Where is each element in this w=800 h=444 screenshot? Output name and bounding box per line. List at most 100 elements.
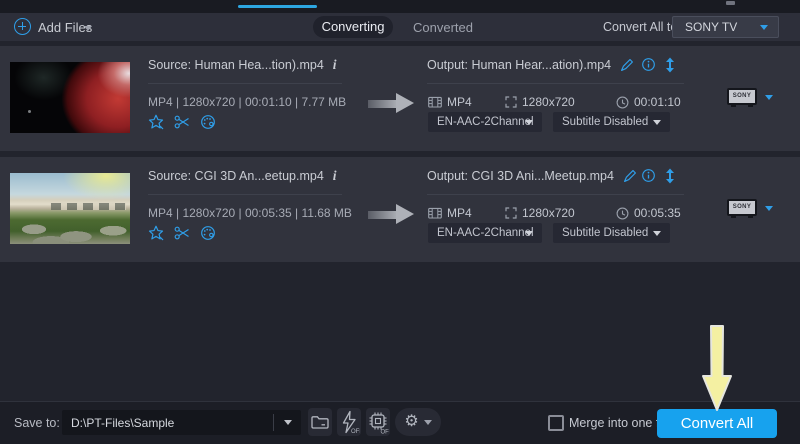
divider <box>427 83 684 84</box>
folder-icon <box>311 415 329 429</box>
audio-track-value: EN-AAC-2Channel <box>437 116 534 128</box>
save-path-chevron-down-icon[interactable] <box>284 420 292 425</box>
output-name-line: Output: CGI 3D Ani...Meetup.mp4 <box>427 168 638 184</box>
output-format: MP4 <box>447 95 472 109</box>
media-info-icon[interactable]: i <box>333 57 337 73</box>
move-reorder-icon[interactable] <box>663 57 677 73</box>
output-resolution: 1280x720 <box>522 206 575 220</box>
output-duration: 00:01:10 <box>634 95 681 109</box>
rename-pencil-icon[interactable] <box>622 168 638 184</box>
add-files-chevron-down-icon[interactable] <box>84 26 92 31</box>
convert-all-to-label: Convert All to: <box>603 20 681 34</box>
output-resolution: 1280x720 <box>522 95 575 109</box>
file-row-1[interactable]: Source: Human Hea...tion).mp4 i MP4 | 12… <box>0 46 800 151</box>
device-chevron-down-icon <box>765 206 773 211</box>
output-info-icon[interactable] <box>641 168 656 183</box>
film-icon <box>428 207 442 220</box>
settings-chevron-down-icon <box>424 420 432 425</box>
source-stats: MP4 | 1280x720 | 00:01:10 | 7.77 MB <box>148 95 346 109</box>
film-icon <box>428 96 442 109</box>
output-profile-value: SONY TV <box>685 20 737 34</box>
video-thumbnail-heart <box>10 62 130 133</box>
tab-converted[interactable]: Converted <box>413 20 473 35</box>
chip-off-icon: OFF <box>367 410 389 434</box>
bottom-bar: Save to: OFF <box>0 401 800 444</box>
output-format-stat: MP4 <box>428 95 472 109</box>
rename-pencil-icon[interactable] <box>619 57 635 73</box>
cut-scissors-icon[interactable] <box>174 225 190 241</box>
divider <box>148 83 342 84</box>
convert-all-button[interactable]: Convert All <box>657 409 777 438</box>
save-to-label: Save to: <box>14 416 60 430</box>
row-tools <box>148 225 216 241</box>
device-profile-button[interactable]: SONY <box>727 88 783 112</box>
audio-track-select[interactable]: EN-AAC-2Channel <box>428 223 542 243</box>
tv-foot <box>748 105 753 107</box>
device-profile-button[interactable]: SONY <box>727 199 783 223</box>
source-to-output-arrow-icon <box>368 204 414 225</box>
output-resolution-stat: 1280x720 <box>505 95 575 109</box>
clock-icon <box>616 96 629 109</box>
subtitle-chevron-down-icon <box>653 120 661 125</box>
lightning-off-icon: OFF <box>338 410 360 434</box>
output-name-line: Output: Human Hear...ation).mp4 <box>427 57 635 73</box>
chip-off-label: OFF <box>381 430 390 435</box>
output-duration-stat: 00:01:10 <box>616 95 681 109</box>
resolution-expand-icon <box>505 96 517 108</box>
audio-chevron-down-icon <box>525 231 533 236</box>
output-info-icon[interactable] <box>641 57 656 72</box>
clock-icon <box>616 207 629 220</box>
audio-track-value: EN-AAC-2Channel <box>437 227 534 239</box>
output-profile-select[interactable]: SONY TV <box>672 16 779 38</box>
source-name: Source: Human Hea...tion).mp4 <box>148 58 324 72</box>
tv-foot <box>748 216 753 218</box>
subtitle-chevron-down-icon <box>653 231 661 236</box>
video-converter-window: Add Files Converting Converted Convert A… <box>0 0 800 444</box>
tv-foot <box>731 105 736 107</box>
source-name-line: Source: CGI 3D An...eetup.mp4 i <box>148 168 337 184</box>
cut-scissors-icon[interactable] <box>174 114 190 130</box>
edit-star-icon[interactable] <box>148 114 164 130</box>
divider <box>273 414 274 431</box>
source-name-line: Source: Human Hea...tion).mp4 i <box>148 57 337 73</box>
source-stats: MP4 | 1280x720 | 00:05:35 | 11.68 MB <box>148 206 352 220</box>
output-name: Output: Human Hear...ation).mp4 <box>427 58 611 72</box>
output-resolution-stat: 1280x720 <box>505 206 575 220</box>
move-reorder-icon[interactable] <box>663 168 677 184</box>
open-folder-button[interactable] <box>308 408 332 436</box>
output-name: Output: CGI 3D Ani...Meetup.mp4 <box>427 169 614 183</box>
save-path-field[interactable] <box>62 410 301 435</box>
divider <box>148 194 342 195</box>
effect-palette-icon[interactable] <box>200 225 216 241</box>
tv-device-icon: SONY <box>727 88 757 105</box>
tv-foot <box>731 216 736 218</box>
hardware-acceleration-button[interactable]: OFF <box>337 408 361 436</box>
edit-star-icon[interactable] <box>148 225 164 241</box>
save-path-input[interactable] <box>62 410 276 435</box>
device-chevron-down-icon <box>765 95 773 100</box>
file-row-2[interactable]: Source: CGI 3D An...eetup.mp4 i MP4 | 12… <box>0 157 800 262</box>
effect-palette-icon[interactable] <box>200 114 216 130</box>
divider <box>427 194 684 195</box>
settings-button[interactable]: ⚙ <box>395 408 441 436</box>
media-info-icon[interactable]: i <box>333 168 337 184</box>
title-strip <box>0 0 800 13</box>
subtitle-select[interactable]: Subtitle Disabled <box>553 112 670 132</box>
gpu-chip-button[interactable]: OFF <box>366 408 390 436</box>
tv-device-icon: SONY <box>727 199 757 216</box>
toolbar: Add Files Converting Converted Convert A… <box>0 13 800 41</box>
video-thumbnail-building <box>10 173 130 244</box>
active-tab-indicator <box>238 5 317 8</box>
audio-track-select[interactable]: EN-AAC-2Channel <box>428 112 542 132</box>
source-name: Source: CGI 3D An...eetup.mp4 <box>148 169 324 183</box>
resolution-expand-icon <box>505 207 517 219</box>
gear-icon: ⚙ <box>404 414 418 430</box>
hw-accel-off-label: OFF <box>351 429 360 434</box>
subtitle-select[interactable]: Subtitle Disabled <box>553 223 670 243</box>
subtitle-value: Subtitle Disabled <box>562 227 648 239</box>
subtitle-value: Subtitle Disabled <box>562 116 648 128</box>
merge-checkbox[interactable] <box>548 415 564 431</box>
tab-converting[interactable]: Converting <box>313 16 393 38</box>
window-corner-mark <box>726 1 735 5</box>
add-files-icon[interactable] <box>14 18 31 35</box>
